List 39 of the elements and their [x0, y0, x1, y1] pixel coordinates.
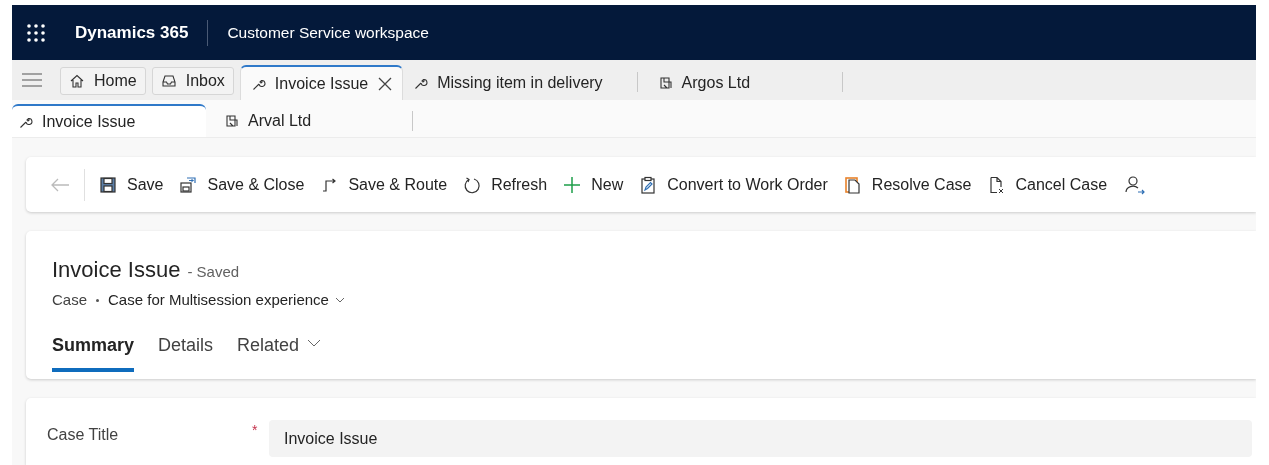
plus-icon	[563, 175, 582, 194]
form-tab[interactable]: Summary	[52, 331, 135, 372]
input-field[interactable]: Invoice Issue	[269, 420, 1252, 457]
command-button[interactable]: Save & Close	[171, 166, 313, 203]
refresh-icon	[463, 175, 482, 194]
session-tab[interactable]: Argos Ltd	[647, 65, 818, 100]
pinned-tab[interactable]: Home	[60, 67, 146, 95]
required-asterisk: *	[252, 421, 258, 440]
chevron-down-icon	[334, 297, 345, 304]
document-x-icon	[987, 175, 1006, 194]
field-label: Case Title	[47, 425, 120, 445]
close-icon[interactable]	[378, 76, 393, 91]
command-button[interactable]: Resolve Case	[835, 166, 980, 203]
command-button[interactable]: Cancel Case	[979, 166, 1116, 203]
floppy-disk-arrows-icon	[179, 175, 198, 194]
home-icon	[69, 73, 85, 89]
form-tab[interactable]: Related	[237, 331, 322, 372]
command-button[interactable]: Convert to Work Order	[631, 166, 836, 203]
command-button[interactable]: New	[555, 166, 632, 203]
app-launcher-icon[interactable]	[26, 22, 46, 43]
person-arrow-icon[interactable]	[1125, 174, 1146, 195]
session-tab[interactable]: Missing item in delivery	[403, 65, 613, 100]
save-status: - Saved	[187, 262, 240, 282]
product-name[interactable]: Dynamics 365	[75, 19, 189, 46]
form-selector[interactable]: Case for Multisession experience	[108, 289, 345, 312]
app-tab[interactable]: Invoice Issue	[12, 104, 206, 137]
app-tab[interactable]: Arval Ltd	[218, 104, 412, 137]
inbox-icon	[160, 73, 177, 89]
command-button[interactable]: Refresh	[455, 166, 556, 203]
command-button[interactable]: Save & Route	[312, 166, 456, 203]
clipboard-pencil-icon	[639, 175, 658, 194]
session-tab[interactable]: Invoice Issue	[239, 65, 404, 100]
app-name[interactable]: Customer Service workspace	[227, 20, 429, 45]
command-button[interactable]: Save	[91, 166, 172, 203]
document-icon	[843, 175, 862, 194]
pinned-tab[interactable]: Inbox	[151, 67, 234, 95]
record-title: Invoice Issue	[52, 256, 181, 284]
form-tab[interactable]: Details	[158, 331, 214, 372]
entity-name: Case	[52, 290, 88, 310]
